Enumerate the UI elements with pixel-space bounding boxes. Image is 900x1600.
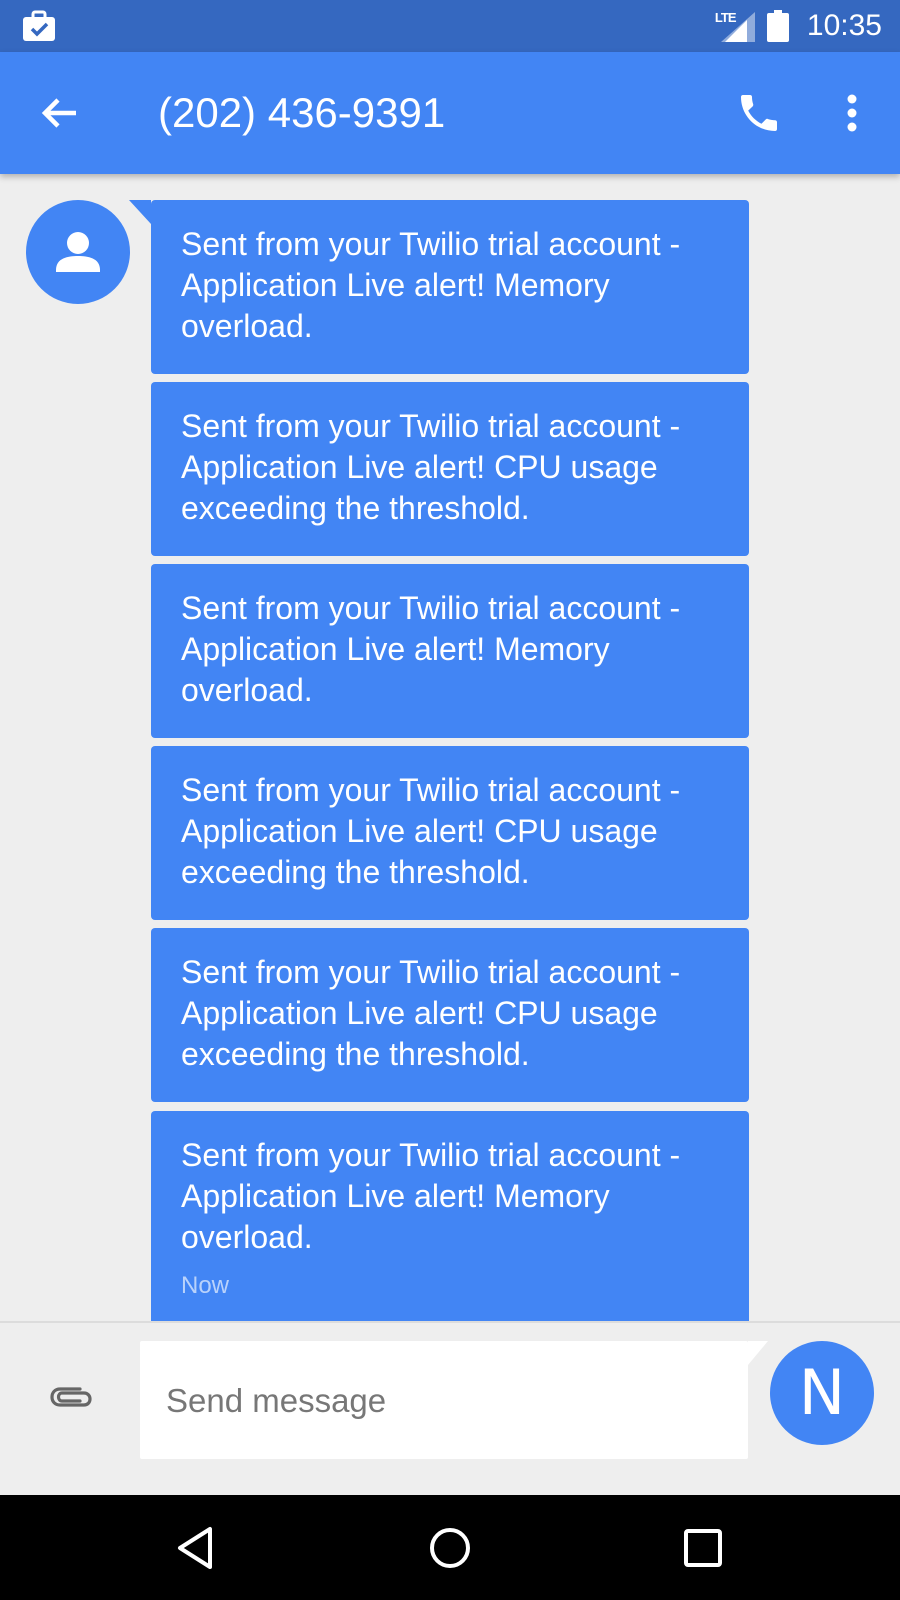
battery-icon bbox=[766, 10, 789, 42]
message-input[interactable] bbox=[164, 1341, 728, 1461]
message-text: Sent from your Twilio trial account - Ap… bbox=[181, 772, 681, 890]
paperclip-icon[interactable] bbox=[44, 1371, 96, 1423]
message-input-container bbox=[140, 1341, 768, 1461]
back-arrow-icon[interactable] bbox=[36, 89, 84, 137]
message-bubble[interactable]: Sent from your Twilio trial account - Ap… bbox=[151, 928, 749, 1102]
more-vert-icon[interactable] bbox=[828, 89, 876, 137]
signal-icon: LTE bbox=[715, 10, 755, 42]
clock: 10:35 bbox=[806, 9, 882, 42]
compose-bar: N bbox=[0, 1321, 900, 1495]
message-text: Sent from your Twilio trial account - Ap… bbox=[181, 408, 681, 526]
recents-square-icon[interactable] bbox=[676, 1521, 730, 1575]
back-triangle-icon[interactable] bbox=[170, 1521, 224, 1575]
message-bubble[interactable]: Sent from your Twilio trial account - Ap… bbox=[151, 1111, 749, 1321]
app-bar: (202) 436-9391 bbox=[0, 52, 900, 174]
message-text: Sent from your Twilio trial account - Ap… bbox=[181, 954, 681, 1072]
message-bubble[interactable]: Sent from your Twilio trial account - Ap… bbox=[151, 746, 749, 920]
home-circle-icon[interactable] bbox=[423, 1521, 477, 1575]
contact-avatar[interactable] bbox=[26, 200, 130, 304]
navigation-bar bbox=[0, 1495, 900, 1600]
message-text: Sent from your Twilio trial account - Ap… bbox=[181, 590, 681, 708]
message-bubble[interactable]: Sent from your Twilio trial account - Ap… bbox=[129, 200, 749, 374]
person-icon bbox=[56, 232, 100, 272]
status-bar: LTE 10:35 bbox=[0, 0, 900, 52]
sender-avatar-button[interactable]: N bbox=[770, 1341, 874, 1445]
message-text: Sent from your Twilio trial account - Ap… bbox=[181, 226, 681, 344]
message-bubble[interactable]: Sent from your Twilio trial account - Ap… bbox=[151, 564, 749, 738]
message-bubble[interactable]: Sent from your Twilio trial account - Ap… bbox=[151, 382, 749, 556]
conversation-title: (202) 436-9391 bbox=[158, 89, 446, 136]
phone-icon[interactable] bbox=[735, 89, 783, 137]
message-list[interactable]: Sent from your Twilio trial account - Ap… bbox=[0, 174, 900, 1321]
briefcase-check-icon bbox=[23, 10, 55, 41]
bubble-tail bbox=[129, 200, 151, 224]
message-timestamp: Now bbox=[181, 1272, 230, 1299]
input-tail bbox=[748, 1341, 768, 1365]
message-text: Sent from your Twilio trial account - Ap… bbox=[181, 1137, 681, 1255]
